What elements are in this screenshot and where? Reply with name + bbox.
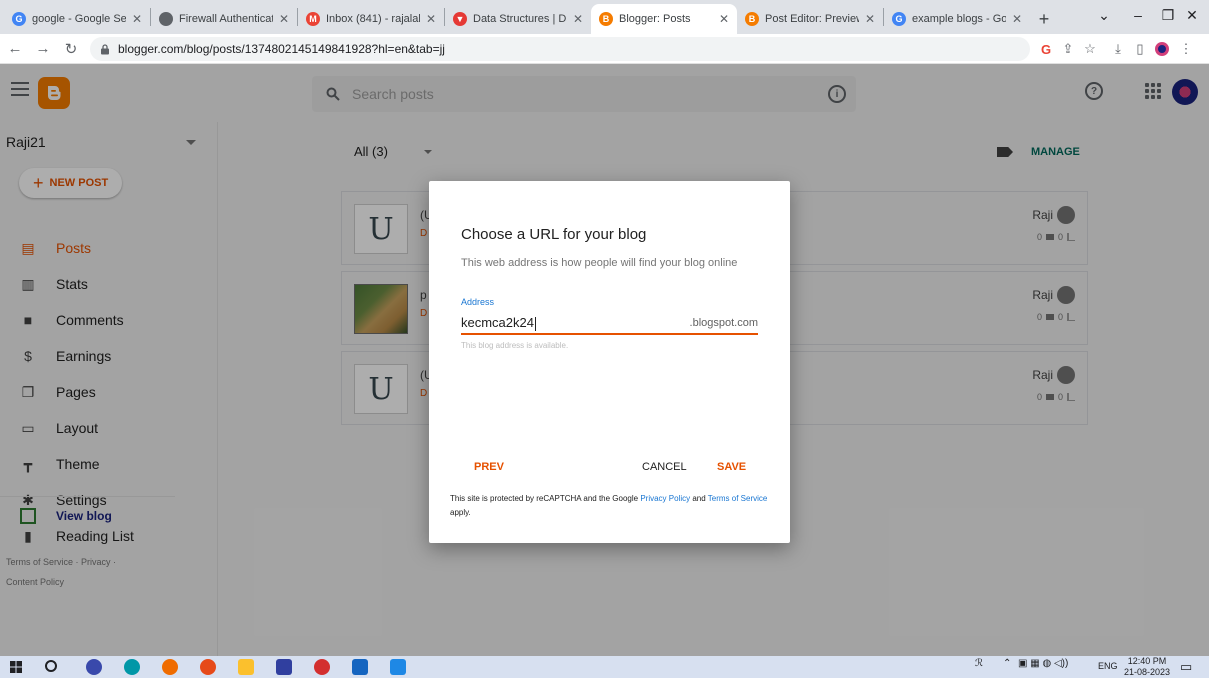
more-menu-icon[interactable]: ⋮ [1178, 41, 1194, 57]
browser-tab[interactable]: ▼ Data Structures | DS Tut ✕ [445, 4, 591, 34]
chrome-icon[interactable] [314, 659, 330, 675]
windows-taskbar: ℛ ⌃ ▣ ▦ ◍ ◁)) ENG 12:40 PM 21-08-2023 ▭ [0, 656, 1209, 678]
language-indicator[interactable]: ENG [1098, 661, 1118, 671]
legal-suffix: apply. [450, 508, 471, 517]
opera-icon[interactable] [200, 659, 216, 675]
tab-close-icon[interactable]: ✕ [1012, 12, 1022, 26]
close-window-icon[interactable]: ✕ [1172, 0, 1209, 30]
browser-tab[interactable]: M Inbox (841) - rajalakshm ✕ [298, 4, 444, 34]
back-icon[interactable]: ← [2, 36, 28, 62]
legal-prefix: This site is protected by reCAPTCHA and … [450, 494, 641, 503]
tab-favicon-icon: ▼ [453, 12, 467, 26]
address-value: kecmca2k24 [461, 315, 534, 331]
new-tab-button[interactable]: + [1030, 4, 1058, 34]
tab-favicon-icon: G [12, 12, 26, 26]
dialog-title: Choose a URL for your blog [461, 226, 647, 243]
address-suffix: .blogspot.com [689, 317, 758, 329]
tab-label: Firewall Authentication [179, 13, 273, 25]
privacy-policy-link[interactable]: Privacy Policy [640, 494, 690, 503]
prev-button[interactable]: PREV [474, 461, 504, 473]
taskbar-app3-icon[interactable] [352, 659, 368, 675]
tab-favicon-icon: G [892, 12, 906, 26]
reload-icon[interactable]: ↻ [58, 36, 84, 62]
blog-address-input[interactable]: kecmca2k24 .blogspot.com [461, 313, 758, 335]
people-icon[interactable]: ℛ [975, 658, 983, 669]
text-cursor [534, 316, 536, 331]
tab-label: Data Structures | DS Tut [473, 13, 567, 25]
tab-label: example blogs - Google [912, 13, 1006, 25]
availability-hint: This blog address is available. [461, 341, 569, 350]
sidepanel-icon[interactable]: ▯ [1132, 41, 1148, 57]
browser-toolbar: ← → ↻ blogger.com/blog/posts/13748021451… [0, 34, 1209, 64]
clock-time: 12:40 PM [1127, 656, 1167, 666]
windows-start-icon[interactable] [10, 661, 22, 673]
bookmark-star-icon[interactable]: ☆ [1082, 41, 1098, 57]
dialog-subtitle: This web address is how people will find… [461, 257, 738, 269]
browser-tab-strip: Ggoogle - Google Search✕Firewall Authent… [0, 0, 1209, 34]
forward-icon[interactable]: → [30, 36, 56, 62]
tab-label: google - Google Search [32, 13, 126, 25]
word-icon[interactable] [390, 659, 406, 675]
lock-icon [101, 43, 109, 54]
address-field-label: Address [461, 297, 495, 307]
legal-and: and [690, 494, 708, 503]
address-bar[interactable]: blogger.com/blog/posts/13748021451498419… [90, 37, 1030, 61]
tab-close-icon[interactable]: ✕ [279, 12, 289, 26]
clock[interactable]: 12:40 PM 21-08-2023 [1124, 656, 1170, 678]
tray-icons[interactable]: ▣ ▦ ◍ ◁)) [1018, 658, 1068, 669]
tab-close-icon[interactable]: ✕ [573, 12, 583, 26]
tab-favicon-icon: B [745, 12, 759, 26]
url-text: blogger.com/blog/posts/13748021451498419… [118, 42, 445, 56]
firefox-icon[interactable] [162, 659, 178, 675]
tab-close-icon[interactable]: ✕ [719, 12, 729, 26]
browser-tab[interactable]: B Post Editor: Preview ✕ [737, 4, 883, 34]
tab-label: Blogger: Posts [619, 13, 691, 25]
browser-tab[interactable]: B Blogger: Posts ✕ [591, 4, 737, 34]
recaptcha-notice: This site is protected by reCAPTCHA and … [450, 492, 775, 520]
cancel-button[interactable]: CANCEL [642, 461, 687, 473]
save-button[interactable]: SAVE [717, 461, 746, 473]
browser-tab[interactable]: Ggoogle - Google Search ✕ [4, 4, 150, 34]
tab-close-icon[interactable]: ✕ [865, 12, 875, 26]
edge-icon[interactable] [124, 659, 140, 675]
share-icon[interactable]: ⇪ [1060, 41, 1076, 57]
tab-favicon-icon: M [306, 12, 320, 26]
tab-close-icon[interactable]: ✕ [426, 12, 436, 26]
browser-tab[interactable]: Gexample blogs - Google ✕ [884, 4, 1030, 34]
browser-tab[interactable]: Firewall Authentication ✕ [151, 4, 297, 34]
notification-icon[interactable]: ▭ [1180, 659, 1192, 675]
tab-favicon-icon: B [599, 12, 613, 26]
profile-icon[interactable] [1154, 41, 1170, 57]
tab-close-icon[interactable]: ✕ [132, 12, 142, 26]
clock-date: 21-08-2023 [1124, 667, 1171, 677]
choose-url-dialog: Choose a URL for your blog This web addr… [429, 181, 790, 543]
tab-label: Post Editor: Preview [765, 13, 859, 25]
chevron-up-icon[interactable]: ⌃ [1003, 658, 1011, 669]
terms-of-service-link[interactable]: Terms of Service [708, 494, 768, 503]
file-explorer-icon[interactable] [238, 659, 254, 675]
google-lens-icon[interactable]: G [1038, 41, 1054, 57]
taskbar-app2-icon[interactable] [276, 659, 292, 675]
tab-favicon-icon [159, 12, 173, 26]
tab-label: Inbox (841) - rajalakshm [326, 13, 420, 25]
download-icon[interactable]: ⤓ [1110, 41, 1126, 57]
taskbar-app-icon[interactable] [86, 659, 102, 675]
taskbar-search-icon[interactable] [45, 660, 57, 672]
